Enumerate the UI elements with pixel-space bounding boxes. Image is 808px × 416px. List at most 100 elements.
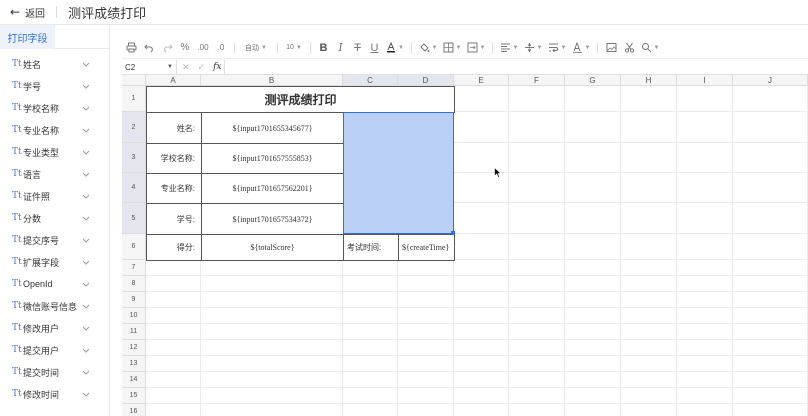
formula-input[interactable] — [225, 60, 808, 75]
underline-icon[interactable]: U — [366, 37, 383, 59]
field-item[interactable]: Tt 提交序号 — [0, 229, 109, 251]
row-header[interactable]: 5 — [122, 203, 146, 234]
text-wrap-icon[interactable]: ▼ — [545, 37, 569, 59]
field-item[interactable]: Tt 修改用户 — [0, 317, 109, 339]
align-horizontal-icon[interactable]: ▼ — [497, 37, 521, 59]
chevron-down-icon[interactable] — [79, 387, 93, 401]
column-header[interactable]: B — [201, 75, 343, 86]
chevron-down-icon[interactable] — [79, 145, 93, 159]
back-button[interactable]: ← 返回 — [10, 5, 45, 20]
field-item[interactable]: Tt 专业类型 — [0, 141, 109, 163]
row-header[interactable]: 6 — [122, 234, 146, 260]
chevron-down-icon[interactable] — [79, 101, 93, 115]
undo-icon[interactable] — [140, 37, 158, 59]
chevron-down-icon[interactable] — [79, 321, 93, 335]
value-score-cell[interactable]: ${totalScore} — [201, 234, 344, 261]
cut-icon[interactable] — [620, 37, 638, 59]
fill-handle[interactable] — [451, 231, 455, 235]
redo-icon[interactable] — [158, 37, 176, 59]
column-header[interactable]: C — [343, 75, 398, 86]
field-item[interactable]: Tt 提交用户 — [0, 339, 109, 361]
chevron-down-icon[interactable] — [79, 57, 93, 71]
value-student-id-cell[interactable]: ${input1701657534372} — [201, 203, 344, 235]
field-item[interactable]: Tt 姓名 — [0, 53, 109, 75]
decimal-decrease-icon[interactable]: .0 — [212, 37, 230, 59]
field-item[interactable]: Tt 提交时间 — [0, 361, 109, 383]
sheet-title-cell[interactable]: 测评成绩打印 — [146, 86, 455, 113]
row-header[interactable]: 3 — [122, 143, 146, 173]
label-school-cell[interactable]: 学校名称: — [146, 143, 202, 174]
tab-print-fields[interactable]: 打印字段 — [0, 25, 55, 49]
decimal-icon[interactable]: .00 — [194, 37, 212, 59]
chevron-down-icon[interactable] — [79, 211, 93, 225]
text-rotate-icon[interactable]: ▼ — [569, 37, 593, 59]
font-name-select[interactable]: 自动 ▼ — [239, 37, 273, 59]
print-icon[interactable] — [122, 37, 140, 59]
column-header[interactable]: H — [621, 75, 677, 86]
strikethrough-icon[interactable]: T — [349, 37, 366, 59]
chevron-down-icon[interactable] — [79, 233, 93, 247]
label-student-id-cell[interactable]: 学号: — [146, 203, 202, 235]
italic-icon[interactable]: I — [332, 37, 349, 59]
chevron-down-icon[interactable] — [79, 255, 93, 269]
confirm-icon[interactable]: ✓ — [198, 62, 206, 73]
select-all-corner[interactable] — [122, 75, 146, 86]
align-vertical-icon[interactable]: ▼ — [521, 37, 545, 59]
chevron-down-icon[interactable] — [79, 123, 93, 137]
field-item[interactable]: Tt 微信账号信息 — [0, 295, 109, 317]
field-item[interactable]: Tt 学校名称 — [0, 97, 109, 119]
row-header[interactable]: 7 — [122, 260, 146, 276]
image-icon[interactable] — [602, 37, 620, 59]
percent-icon[interactable]: % — [176, 37, 194, 59]
value-exam-time-cell[interactable]: ${createTime} — [398, 234, 455, 261]
chevron-down-icon[interactable] — [79, 299, 93, 313]
value-major-cell[interactable]: ${input1701657562201} — [201, 173, 344, 204]
row-header[interactable]: 13 — [122, 356, 146, 372]
field-item[interactable]: Tt 学号 — [0, 75, 109, 97]
function-icon[interactable]: fx — [213, 62, 221, 72]
cancel-icon[interactable]: ✕ — [182, 62, 190, 73]
chevron-down-icon[interactable] — [79, 277, 93, 291]
column-header[interactable]: A — [146, 75, 201, 86]
column-header[interactable]: I — [677, 75, 733, 86]
row-header[interactable]: 12 — [122, 340, 146, 356]
field-item[interactable]: Tt OpenId — [0, 273, 109, 295]
label-exam-time-cell[interactable]: 考试时间: — [343, 234, 399, 261]
field-item[interactable]: Tt 语言 — [0, 163, 109, 185]
label-name-cell[interactable]: 姓名: — [146, 112, 202, 144]
chevron-down-icon[interactable] — [79, 343, 93, 357]
field-item[interactable]: Tt 修改时间 — [0, 383, 109, 405]
spreadsheet-grid[interactable]: ABCDEFGHIJ1234567891011121314151617测评成绩打… — [122, 75, 808, 416]
merge-icon[interactable]: ▼ — [464, 37, 488, 59]
search-icon[interactable]: ▼ — [638, 37, 662, 59]
row-header[interactable]: 15 — [122, 388, 146, 404]
row-header[interactable]: 10 — [122, 308, 146, 324]
chevron-down-icon[interactable] — [79, 167, 93, 181]
chevron-down-icon[interactable] — [79, 189, 93, 203]
column-header[interactable]: G — [565, 75, 621, 86]
row-header[interactable]: 4 — [122, 173, 146, 203]
column-header[interactable]: F — [509, 75, 565, 86]
row-header[interactable]: 11 — [122, 324, 146, 340]
chevron-down-icon[interactable] — [79, 365, 93, 379]
field-item[interactable]: Tt 分数 — [0, 207, 109, 229]
row-header[interactable]: 1 — [122, 86, 146, 112]
row-header[interactable]: 9 — [122, 292, 146, 308]
row-header[interactable]: 2 — [122, 112, 146, 143]
value-name-cell[interactable]: ${input1701655345677} — [201, 112, 344, 144]
field-item[interactable]: Tt 专业名称 — [0, 119, 109, 141]
row-header[interactable]: 14 — [122, 372, 146, 388]
row-header[interactable]: 16 — [122, 404, 146, 416]
value-school-cell[interactable]: ${input1701657555853} — [201, 143, 344, 174]
border-icon[interactable]: ▼ — [440, 37, 464, 59]
cell-reference-box[interactable]: C2 ▼ — [122, 59, 177, 75]
row-header[interactable]: 8 — [122, 276, 146, 292]
field-item[interactable]: Tt 证件照 — [0, 185, 109, 207]
column-header[interactable]: E — [454, 75, 509, 86]
label-score-cell[interactable]: 得分: — [146, 234, 202, 261]
font-color-icon[interactable]: ▼ — [383, 37, 407, 59]
bold-icon[interactable]: B — [315, 37, 332, 59]
font-size-select[interactable]: 10 ▼ — [282, 37, 306, 59]
column-header[interactable]: D — [398, 75, 454, 86]
field-item[interactable]: Tt 扩展字段 — [0, 251, 109, 273]
